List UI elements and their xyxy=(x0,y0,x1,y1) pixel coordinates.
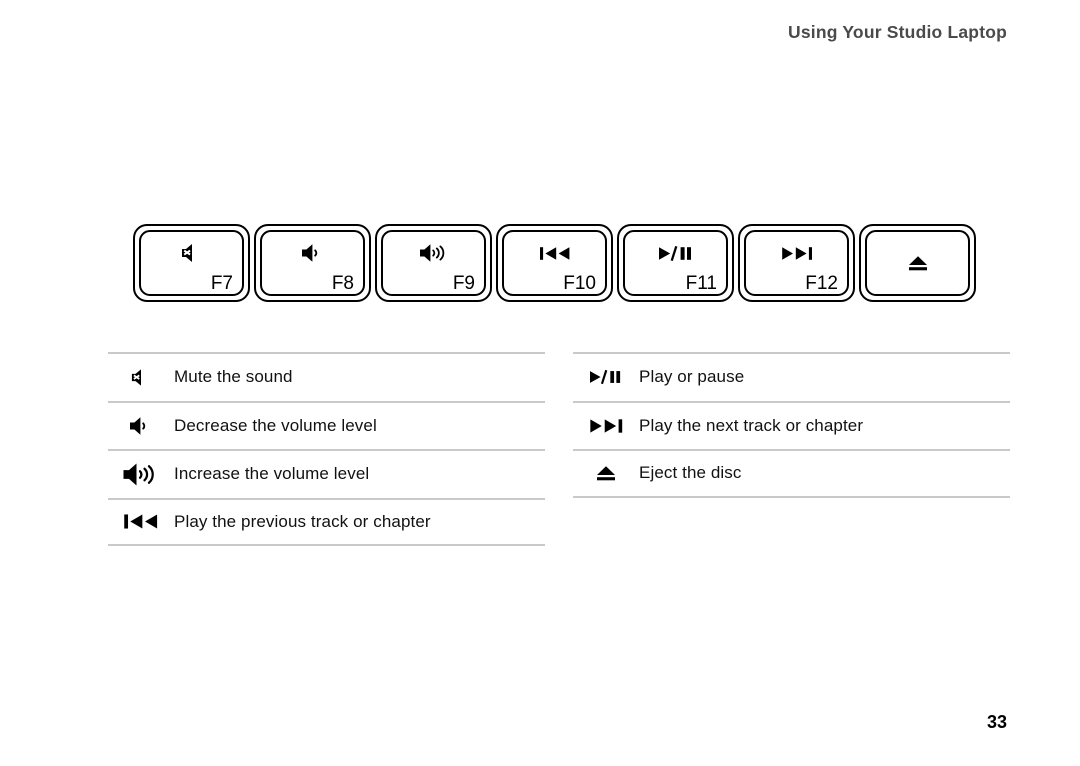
function-key-f12-face: F12 xyxy=(744,230,849,296)
function-key-f8-label: F8 xyxy=(331,273,354,294)
play-pause-icon xyxy=(573,369,639,385)
legend-label: Increase the volume level xyxy=(174,464,370,484)
page-header-title: Using Your Studio Laptop xyxy=(788,22,1007,42)
function-key-f11[interactable]: F11 xyxy=(617,224,734,302)
legend-row-next-track: Play the next track or chapter xyxy=(573,400,1010,450)
legend-label: Mute the sound xyxy=(174,367,293,387)
function-key-f10-label: F10 xyxy=(563,273,596,294)
legend-row-play-pause: Play or pause xyxy=(573,352,1010,401)
function-key-f12[interactable]: F12 xyxy=(738,224,855,302)
previous-track-icon xyxy=(504,241,605,265)
key-legend-right-column: Play or pause Play the next track or cha… xyxy=(573,352,1010,498)
legend-label: Play or pause xyxy=(639,367,745,387)
page-number: 33 xyxy=(986,712,1007,732)
function-key-f7-label: F7 xyxy=(210,273,233,294)
function-key-f7[interactable]: F7 xyxy=(133,224,250,302)
legend-row-previous-track: Play the previous track or chapter xyxy=(108,497,545,546)
play-pause-icon xyxy=(625,241,726,265)
function-key-f8-face: F8 xyxy=(260,230,365,296)
function-key-f8[interactable]: F8 xyxy=(254,224,371,302)
function-key-f7-face: F7 xyxy=(139,230,244,296)
legend-row-volume-up: Increase the volume level xyxy=(108,449,545,498)
next-track-icon xyxy=(573,417,639,435)
legend-row-volume-down: Decrease the volume level xyxy=(108,400,545,450)
volume-down-speaker-icon xyxy=(262,241,363,265)
function-key-f10-face: F10 xyxy=(502,230,607,296)
key-legend-left-column: Mute the sound Decrease the volume level xyxy=(108,352,545,546)
volume-up-speaker-icon xyxy=(108,462,174,487)
legend-row-eject: Eject the disc xyxy=(573,449,1010,498)
eject-icon xyxy=(867,232,968,294)
function-key-f9-face: F9 xyxy=(381,230,486,296)
function-key-f9-label: F9 xyxy=(452,273,475,294)
legend-label: Decrease the volume level xyxy=(174,415,377,435)
function-key-f11-label: F11 xyxy=(685,273,717,294)
legend-row-mute: Mute the sound xyxy=(108,352,545,401)
function-key-f12-label: F12 xyxy=(805,273,838,294)
function-key-f10[interactable]: F10 xyxy=(496,224,613,302)
function-key-eject[interactable] xyxy=(859,224,976,302)
next-track-icon xyxy=(746,241,847,265)
legend-label: Eject the disc xyxy=(639,463,742,483)
volume-down-speaker-icon xyxy=(108,416,174,436)
mute-speaker-icon xyxy=(141,241,242,265)
legend-label: Play the previous track or chapter xyxy=(174,511,431,531)
previous-track-icon xyxy=(108,512,174,531)
legend-label: Play the next track or chapter xyxy=(639,415,864,435)
function-key-f9[interactable]: F9 xyxy=(375,224,492,302)
function-key-f11-face: F11 xyxy=(623,230,728,296)
function-key-eject-face xyxy=(865,230,970,296)
function-key-row: F7 F8 F9 F10 F11 F12 xyxy=(133,224,976,302)
eject-icon xyxy=(573,463,639,483)
mute-speaker-icon xyxy=(108,368,174,387)
volume-up-speaker-icon xyxy=(383,241,484,265)
